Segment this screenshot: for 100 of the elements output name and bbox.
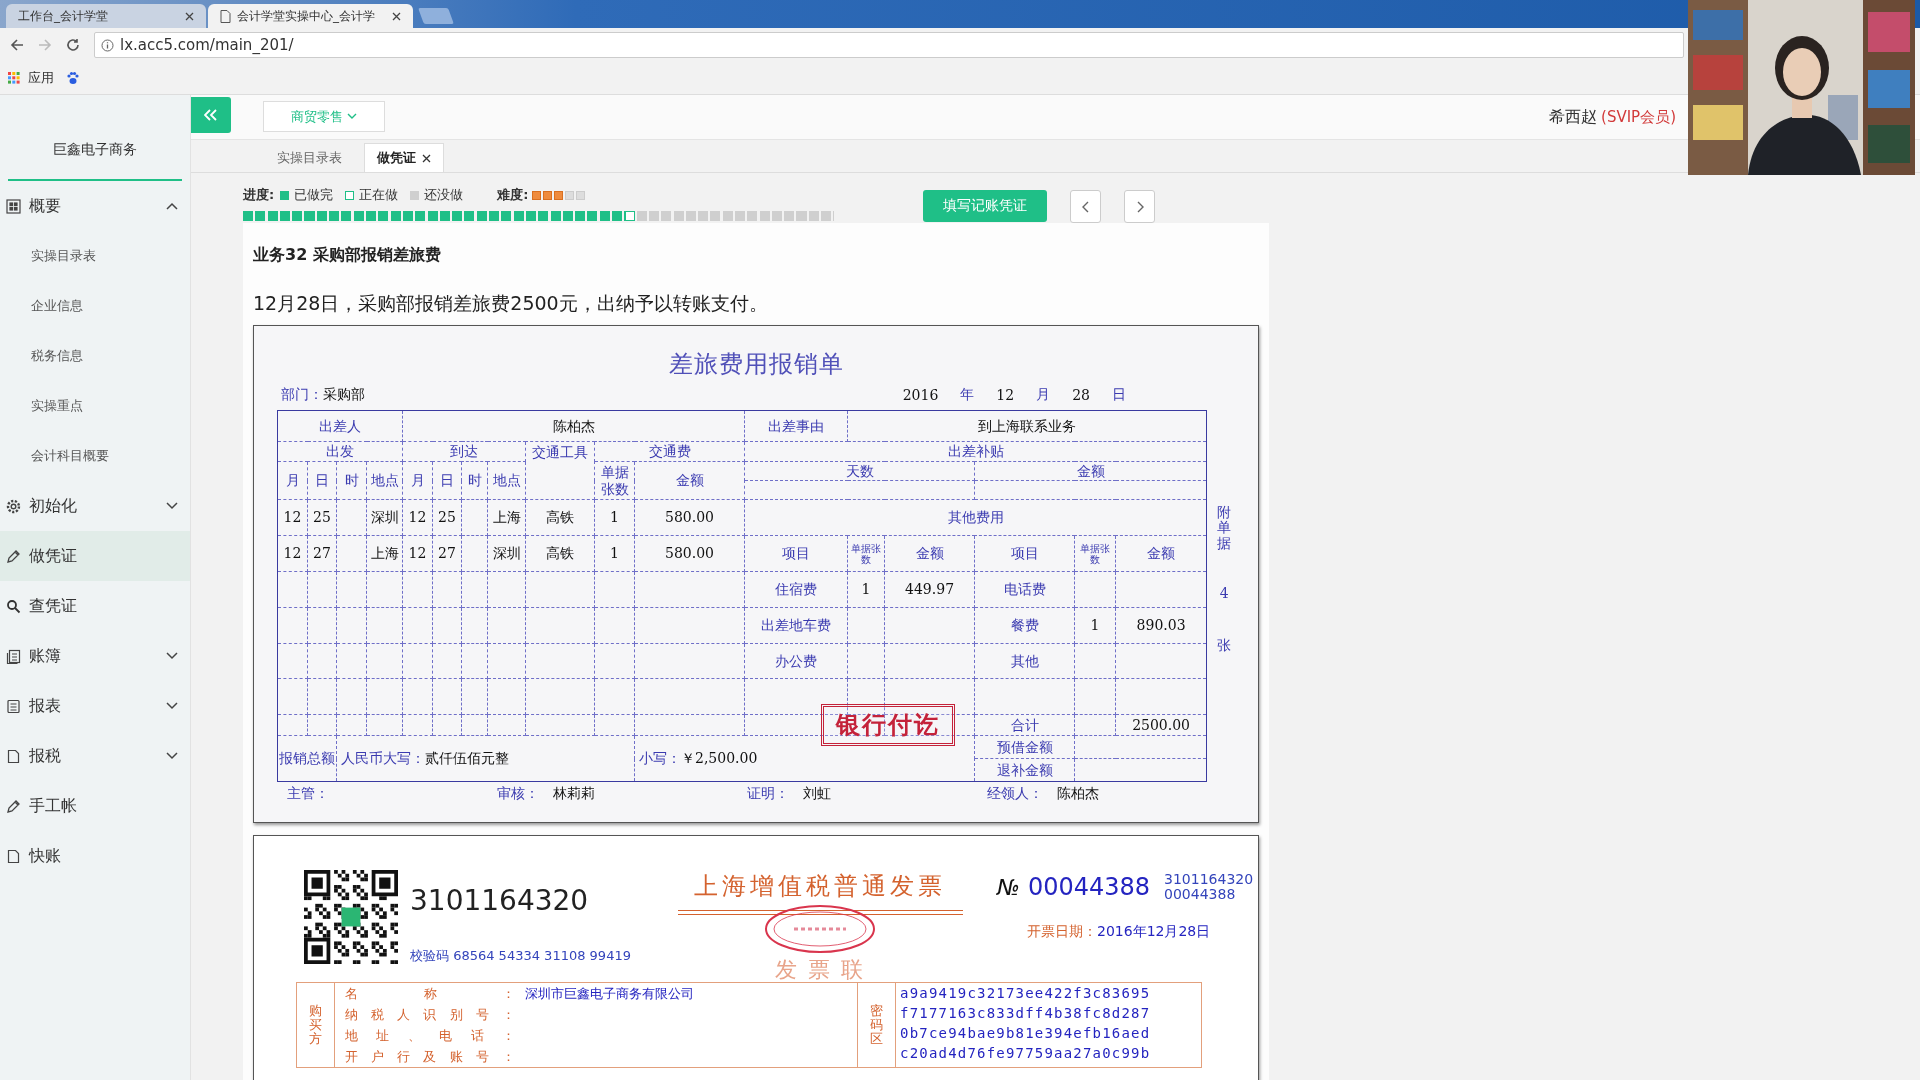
sidebar-subitem[interactable]: 企业信息: [0, 281, 190, 331]
form-label: 餐费: [974, 607, 1075, 644]
table-cell: [525, 607, 595, 644]
close-icon[interactable]: [185, 11, 194, 21]
form-value: 高铁: [525, 535, 595, 572]
table-cell: [432, 607, 462, 644]
table-cell: [277, 643, 308, 679]
form-label: 办公费: [744, 643, 848, 679]
current-step-marker: [625, 211, 636, 221]
form-label: 预借金额: [974, 735, 1075, 759]
form-label: 交通费: [594, 441, 745, 462]
form-label: 月: [277, 461, 308, 500]
form-label: 电话费: [974, 571, 1075, 608]
table-cell: [307, 678, 337, 715]
table-cell: [366, 607, 403, 644]
sidebar-item[interactable]: 概要: [0, 181, 190, 231]
attachment-count: 4: [1219, 585, 1229, 602]
doc-icon: [6, 748, 21, 764]
table-cell: [847, 678, 885, 715]
date-part: 28: [1072, 387, 1090, 403]
sidebar-item[interactable]: 报表: [0, 681, 190, 731]
table-cell: [487, 571, 526, 608]
field-value: ￥2,500.00: [681, 750, 758, 767]
tab-title: 会计学堂实操中心_会计学: [237, 7, 376, 25]
close-icon[interactable]: [422, 153, 431, 163]
pencil-icon: [6, 798, 21, 814]
sidebar-subitem[interactable]: 实操目录表: [0, 231, 190, 281]
table-cell: [461, 643, 488, 679]
sidebar-item[interactable]: 快账: [0, 831, 190, 881]
form-label: 住宿费: [744, 571, 848, 608]
legend-swatch: [410, 190, 420, 200]
pencil-icon: [6, 548, 21, 564]
legend-label: 已做完: [294, 186, 334, 204]
table-cell: [594, 571, 635, 608]
sidebar-item[interactable]: 手工帐: [0, 781, 190, 831]
close-icon[interactable]: [392, 11, 401, 21]
attachment-unit: 张: [1217, 637, 1232, 656]
invoice-code: 3101164320: [1164, 872, 1254, 888]
address-bar[interactable]: lx.acc5.com/main_201/: [94, 32, 1684, 58]
legend-label: 还没做: [424, 186, 464, 204]
doc-icon: [6, 848, 21, 864]
bookmark-link[interactable]: 应用: [8, 69, 54, 87]
table-cell: [366, 678, 403, 715]
sidebar-item[interactable]: 账簿: [0, 631, 190, 681]
table-cell: [336, 678, 367, 715]
copy-label: 发 票 联: [775, 959, 865, 981]
field-label: 人民币大写：: [341, 750, 425, 767]
table-cell: [1074, 571, 1116, 608]
chevron-down-icon: [166, 702, 178, 710]
sidebar-subitem[interactable]: 税务信息: [0, 331, 190, 381]
table-cell: [402, 714, 433, 736]
form-label: 到达: [402, 441, 526, 462]
sidebar-subitem[interactable]: 实操重点: [0, 381, 190, 431]
sidebar-item[interactable]: 做凭证: [0, 531, 190, 581]
form-label: 项目: [744, 535, 848, 572]
signature-label: 主管：: [287, 785, 329, 803]
sidebar-subitem[interactable]: 会计科目概要: [0, 431, 190, 481]
cipher-line: f7177163c833dff4b38fc8d287: [900, 1004, 1151, 1023]
date-label: 开票日期：: [1027, 922, 1097, 939]
reload-icon[interactable]: [66, 38, 80, 52]
chevron-up-icon: [166, 202, 178, 210]
task-description: 12月28日，采购部报销差旅费2500元，出纳予以转账支付。: [253, 291, 769, 316]
form-value: 深圳: [366, 499, 403, 536]
legend-swatch: [280, 190, 290, 200]
signature-name: 刘虹: [803, 785, 831, 803]
date-part: 日: [1112, 386, 1126, 404]
signature-name: 陈柏杰: [1057, 785, 1099, 803]
form-value: 12: [402, 535, 433, 572]
table-cell: [594, 678, 635, 715]
form-label: 地点: [366, 461, 403, 500]
form-label: 金额: [884, 535, 975, 572]
table-cell: [432, 714, 462, 736]
field-value: 贰仟伍佰元整: [425, 750, 509, 767]
form-label: 天数: [744, 461, 975, 481]
sidebar-item[interactable]: 报税: [0, 731, 190, 781]
browser-tab[interactable]: 会计学堂实操中心_会计学: [208, 4, 413, 28]
chevron-down-icon: [166, 652, 178, 660]
back-icon[interactable]: [10, 38, 24, 52]
page-tab[interactable]: 实操目录表: [265, 144, 354, 172]
field-label: 纳税人识别号：: [345, 1005, 515, 1024]
table-cell: [594, 607, 635, 644]
buyer-label: 购买方: [297, 983, 335, 1067]
form-value: 12: [277, 535, 308, 572]
browser-tab[interactable]: 工作台_会计学堂: [6, 4, 206, 28]
form-value: 27: [307, 535, 337, 572]
table-cell: [432, 678, 462, 715]
form-label: 出发: [277, 441, 403, 462]
sidebar-item[interactable]: 查凭证: [0, 581, 190, 631]
sidebar-item[interactable]: 初始化: [0, 481, 190, 531]
chevron-down-icon: [166, 752, 178, 760]
field-value: 深圳市巨鑫电子商务有限公司: [525, 984, 694, 1003]
table-cell: [366, 643, 403, 679]
date-part: 12: [996, 387, 1015, 403]
page-tab[interactable]: 做凭证: [364, 143, 444, 172]
table-cell: [366, 714, 403, 736]
table-cell: [402, 643, 433, 679]
paw-icon[interactable]: [66, 71, 80, 85]
table-cell: [525, 678, 595, 715]
membership-label: (SVIP会员): [1601, 108, 1676, 127]
form-value: 25: [307, 499, 337, 536]
